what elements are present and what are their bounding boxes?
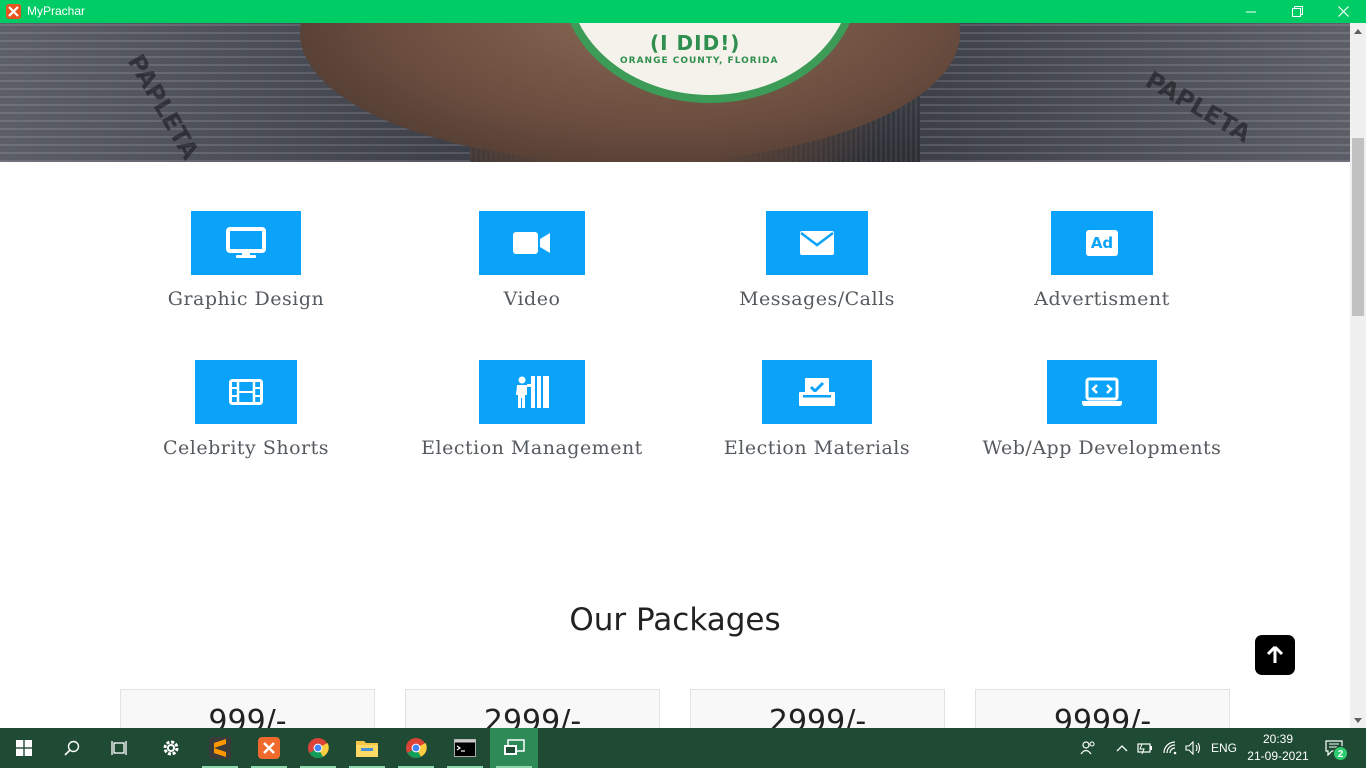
start-button[interactable] [0,728,48,768]
video-camera-icon [479,211,585,275]
service-election-materials[interactable]: Election Materials [717,360,917,459]
envelope-icon [766,211,868,275]
service-label: Celebrity Shorts [163,437,329,459]
show-hidden-icons-button[interactable] [1113,728,1131,768]
sublime-text-icon [209,737,231,759]
service-label: Graphic Design [167,288,325,310]
wifi-icon [1163,741,1177,755]
service-graphic-design[interactable]: Graphic Design [146,211,346,310]
chrome-icon [406,738,427,759]
service-label: Web/App Developments [982,437,1222,459]
taskbar-settings[interactable] [147,728,195,768]
service-label: Election Materials [723,437,911,459]
taskbar-myprachar[interactable] [490,728,538,768]
service-web-app-developments[interactable]: Web/App Developments [980,360,1224,459]
taskbar-chrome[interactable] [294,728,342,768]
command-prompt-icon [454,739,476,757]
network-button[interactable] [1160,728,1182,768]
service-label: Video [503,288,561,310]
vertical-scrollbar[interactable] [1350,23,1366,728]
service-label: Messages/Calls [739,288,895,310]
hero-image: PAPLETA PAPLETA (I DID!) ORANGE COUNTY, … [0,23,1350,162]
newspaper-right [920,23,1350,162]
service-messages-calls[interactable]: Messages/Calls [717,211,917,310]
ad-icon: Ad [1051,211,1153,275]
scroll-down-arrow-icon[interactable] [1350,712,1366,728]
app-window-icon [504,739,525,755]
ad-icon-text: Ad [1086,230,1118,256]
language-label: ENG [1210,741,1237,755]
people-icon [1080,741,1095,755]
notification-count-badge: 2 [1333,746,1348,761]
taskbar-command-prompt[interactable] [441,728,489,768]
battery-icon [1137,743,1152,755]
battery-button[interactable] [1135,728,1157,768]
scroll-up-arrow-icon[interactable] [1350,23,1366,39]
arrow-up-icon [1267,646,1283,663]
monitor-icon [191,211,301,275]
scrollbar-thumb[interactable] [1352,138,1364,316]
folder-icon [356,741,378,757]
xampp-icon [258,737,280,759]
taskbar-sublime-text[interactable] [196,728,244,768]
input-language-button[interactable]: ENG [1208,728,1240,768]
clock-date: 21-09-2021 [1247,749,1309,763]
xampp-app-icon [6,4,21,19]
taskbar-xampp[interactable] [245,728,293,768]
task-view-button[interactable] [96,728,144,768]
service-video[interactable]: Video [432,211,632,310]
windows-taskbar: ENG 20:39 21-09-2021 [0,728,1366,768]
task-view-icon [111,741,127,755]
taskbar-chrome-2[interactable] [392,728,440,768]
vote-box-icon [762,360,872,424]
window-title: MyPrachar [27,4,86,18]
film-icon [195,360,297,424]
gear-icon [163,740,179,756]
people-button[interactable] [1076,728,1100,768]
search-button[interactable] [48,728,96,768]
search-icon [64,740,80,756]
close-button[interactable] [1320,0,1366,23]
service-label: Advertisment [1034,288,1170,310]
service-advertisment[interactable]: Ad Advertisment [1002,211,1202,310]
speaker-icon [1185,741,1201,755]
sticker-subtext: ORANGE COUNTY, FLORIDA [620,56,779,66]
back-to-top-button[interactable] [1255,635,1295,675]
voting-booth-icon [479,360,585,424]
windows-logo-icon [16,740,32,756]
restore-button[interactable] [1274,0,1320,23]
volume-button[interactable] [1183,728,1205,768]
service-label: Election Management [421,437,643,459]
window-titlebar: MyPrachar [0,0,1366,23]
sticker-text: (I DID!) [650,31,741,55]
laptop-code-icon [1047,360,1157,424]
taskbar-clock[interactable]: 20:39 21-09-2021 [1238,731,1318,765]
clock-time: 20:39 [1262,732,1294,746]
chevron-up-icon [1116,745,1128,752]
minimize-button[interactable] [1228,0,1274,23]
chrome-icon [308,738,329,759]
taskbar-file-explorer[interactable] [343,728,391,768]
packages-title: Our Packages [569,602,781,638]
service-celebrity-shorts[interactable]: Celebrity Shorts [146,360,346,459]
service-election-management[interactable]: Election Management [419,360,645,459]
